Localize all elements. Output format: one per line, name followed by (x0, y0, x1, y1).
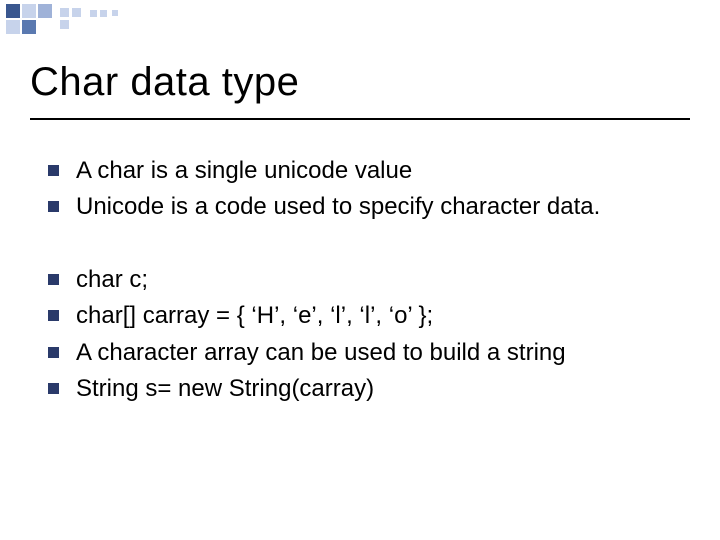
bullet-list-2: char c; char[] carray = { ‘H’, ‘e’, ‘l’,… (48, 264, 688, 406)
bullet-text: A char is a single unicode value (76, 157, 412, 184)
slide-body: A char is a single unicode value Unicode… (48, 155, 688, 409)
bullet-item: Unicode is a code used to specify charac… (48, 191, 688, 223)
spacer (48, 228, 688, 264)
bullet-item: char[] carray = { ‘H’, ‘e’, ‘l’, ‘l’, ‘o… (48, 300, 688, 332)
bullet-text: A character array can be used to build a… (76, 339, 566, 366)
bullet-text: char[] carray = { ‘H’, ‘e’, ‘l’, ‘l’, ‘o… (76, 302, 433, 329)
bullet-item: char c; (48, 264, 688, 296)
corner-decoration (0, 0, 130, 40)
bullet-item: String s= new String(carray) (48, 373, 688, 405)
bullet-text: char c; (76, 266, 148, 293)
bullet-list-1: A char is a single unicode value Unicode… (48, 155, 688, 224)
slide-title: Char data type (30, 60, 299, 105)
bullet-item: A char is a single unicode value (48, 155, 688, 187)
slide: Char data type A char is a single unicod… (0, 0, 720, 540)
bullet-item: A character array can be used to build a… (48, 337, 688, 369)
bullet-text: String s= new String(carray) (76, 375, 374, 402)
title-underline (30, 118, 690, 120)
bullet-text: Unicode is a code used to specify charac… (76, 193, 600, 220)
